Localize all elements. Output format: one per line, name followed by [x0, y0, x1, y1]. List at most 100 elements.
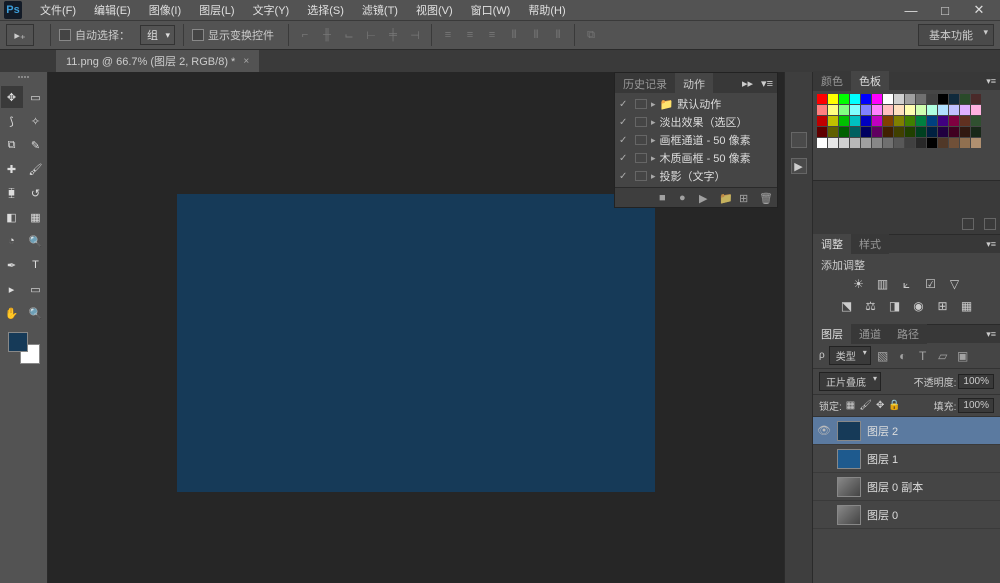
dist-hcenter-icon[interactable]: ⦀ — [528, 27, 544, 43]
swatch[interactable] — [938, 138, 948, 148]
photo-filter-icon[interactable]: ◉ — [911, 299, 927, 313]
dialog-toggle[interactable] — [635, 171, 647, 181]
swatch[interactable] — [938, 94, 948, 104]
zoom-tool[interactable]: 🔍 — [25, 302, 47, 324]
tab-actions[interactable]: 动作 — [675, 73, 713, 93]
layer-thumbnail[interactable] — [837, 477, 861, 497]
layer-thumbnail[interactable] — [837, 421, 861, 441]
tab-history[interactable]: 历史记录 — [615, 73, 675, 93]
panel-collapse-icon[interactable]: ▸▸ — [738, 73, 757, 93]
record-icon[interactable]: ● — [679, 192, 691, 204]
swatch[interactable] — [850, 138, 860, 148]
stamp-tool[interactable]: ⧯ — [1, 182, 23, 204]
swatch[interactable] — [960, 94, 970, 104]
dialog-toggle[interactable] — [635, 99, 647, 109]
delete-icon[interactable]: 🗑 — [759, 192, 771, 204]
swatch[interactable] — [872, 116, 882, 126]
swatch[interactable] — [971, 138, 981, 148]
type-tool[interactable]: T — [25, 254, 47, 276]
brightness-icon[interactable]: ☀ — [851, 277, 867, 291]
lock-transparency-icon[interactable]: ▦ — [846, 400, 855, 411]
menu-window[interactable]: 窗口(W) — [463, 0, 519, 20]
menu-select[interactable]: 选择(S) — [299, 0, 352, 20]
delete-swatch-icon[interactable] — [984, 218, 996, 230]
swatch[interactable] — [839, 94, 849, 104]
magic-wand-tool[interactable]: ✧ — [25, 110, 47, 132]
layer-row[interactable]: 图层 0 副本 — [813, 473, 1000, 501]
layer-name[interactable]: 图层 0 — [867, 507, 898, 523]
align-hcenter-icon[interactable]: ╪ — [385, 27, 401, 43]
pen-tool[interactable]: ✒ — [1, 254, 23, 276]
check-icon[interactable]: ✓ — [619, 117, 631, 128]
menu-layer[interactable]: 图层(L) — [191, 0, 242, 20]
action-row[interactable]: ✓ ▸ 📁 默认动作 — [615, 95, 777, 113]
lasso-tool[interactable]: ⟆ — [1, 110, 23, 132]
dist-top-icon[interactable]: ≡ — [440, 27, 456, 43]
swatch[interactable] — [916, 105, 926, 115]
dialog-toggle[interactable] — [635, 117, 647, 127]
expand-icon[interactable]: ▸ — [651, 171, 656, 182]
swatch[interactable] — [850, 116, 860, 126]
tab-styles[interactable]: 样式 — [851, 234, 889, 254]
brush-tool[interactable]: 🖌 — [25, 158, 47, 180]
history-brush-tool[interactable]: ↺ — [25, 182, 47, 204]
auto-select-option[interactable]: 自动选择： — [59, 27, 130, 43]
hue-icon[interactable]: ⬔ — [839, 299, 855, 313]
opacity-value[interactable]: 100% — [958, 374, 994, 389]
new-action-icon[interactable]: ⊞ — [739, 192, 751, 204]
swatch[interactable] — [905, 94, 915, 104]
panel-menu-icon[interactable]: ▾≡ — [982, 329, 1000, 340]
menu-help[interactable]: 帮助(H) — [520, 0, 573, 20]
crop-tool[interactable]: ⧉ — [1, 134, 23, 156]
close-button[interactable]: ✕ — [966, 3, 992, 17]
dist-right-icon[interactable]: ⦀ — [550, 27, 566, 43]
new-folder-icon[interactable]: 📁 — [719, 192, 731, 204]
swatch[interactable] — [905, 105, 915, 115]
play-icon[interactable]: ▶ — [699, 192, 711, 204]
swatch[interactable] — [905, 116, 915, 126]
lock-pixels-icon[interactable]: 🖌 — [859, 400, 872, 411]
fill-value[interactable]: 100% — [958, 398, 994, 413]
swatch[interactable] — [817, 94, 827, 104]
new-swatch-icon[interactable] — [962, 218, 974, 230]
menu-type[interactable]: 文字(Y) — [245, 0, 298, 20]
3d-mode-icon[interactable]: ⧉ — [583, 27, 599, 43]
swatch[interactable] — [828, 116, 838, 126]
menu-file[interactable]: 文件(F) — [32, 0, 84, 20]
swatch[interactable] — [828, 94, 838, 104]
swatch[interactable] — [960, 138, 970, 148]
stop-icon[interactable]: ■ — [659, 192, 671, 204]
dist-bottom-icon[interactable]: ≡ — [484, 27, 500, 43]
swatch[interactable] — [960, 105, 970, 115]
swatch[interactable] — [916, 127, 926, 137]
swatch[interactable] — [905, 127, 915, 137]
swatch[interactable] — [894, 105, 904, 115]
swatch[interactable] — [927, 127, 937, 137]
swatch[interactable] — [938, 116, 948, 126]
bw-icon[interactable]: ◨ — [887, 299, 903, 313]
layer-name[interactable]: 图层 1 — [867, 451, 898, 467]
swatch[interactable] — [938, 105, 948, 115]
swatch[interactable] — [960, 127, 970, 137]
swatch[interactable] — [839, 105, 849, 115]
dialog-toggle[interactable] — [635, 153, 647, 163]
menu-image[interactable]: 图像(I) — [141, 0, 189, 20]
swatch[interactable] — [883, 105, 893, 115]
tab-paths[interactable]: 路径 — [889, 324, 927, 344]
swatch[interactable] — [949, 116, 959, 126]
swatch[interactable] — [850, 94, 860, 104]
swatch[interactable] — [971, 94, 981, 104]
swatch[interactable] — [883, 94, 893, 104]
swatch[interactable] — [949, 105, 959, 115]
healing-tool[interactable]: ✚ — [1, 158, 23, 180]
tab-swatches[interactable]: 色板 — [851, 71, 889, 91]
swatch[interactable] — [817, 127, 827, 137]
layer-row[interactable]: 图层 0 — [813, 501, 1000, 529]
document-canvas[interactable] — [177, 194, 655, 492]
filter-adjust-icon[interactable]: ◐ — [895, 349, 911, 363]
action-row[interactable]: ✓ ▸ 画框通道 - 50 像素 — [615, 131, 777, 149]
swatch[interactable] — [927, 138, 937, 148]
eraser-tool[interactable]: ◧ — [1, 206, 23, 228]
action-row[interactable]: ✓ ▸ 淡出效果（选区） — [615, 113, 777, 131]
path-select-tool[interactable]: ▸ — [1, 278, 23, 300]
